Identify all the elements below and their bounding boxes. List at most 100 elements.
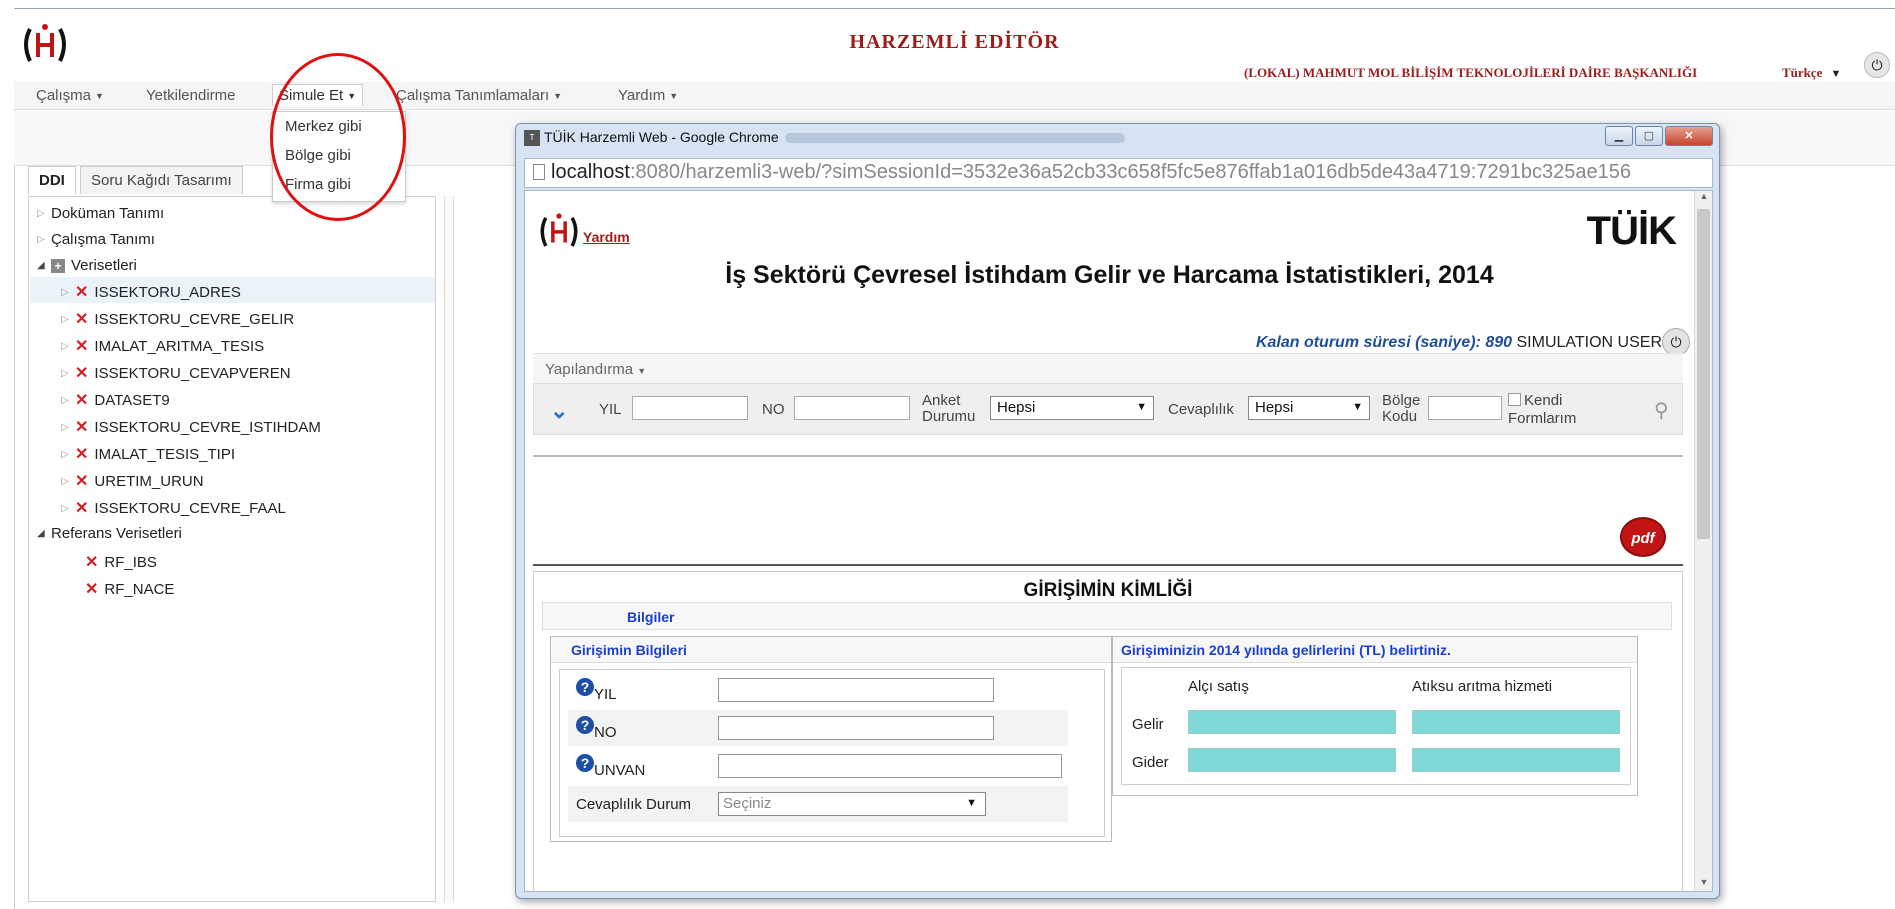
filter-bolge-label: Bölge <box>1382 392 1421 409</box>
panel-splitter[interactable] <box>444 196 454 902</box>
menu-calisma[interactable]: Çalışma ▼ <box>36 87 104 104</box>
pdf-icon[interactable]: pdf <box>1620 517 1666 557</box>
delete-icon[interactable]: ✕ <box>75 498 88 518</box>
simulation-browser-window: T TÜİK Harzemli Web - Google Chrome ▁ ▢ … <box>515 123 1720 899</box>
tree-node-dataset[interactable]: ▷ ✕ URETIM_URUN <box>61 471 204 491</box>
filter-anket-select[interactable]: Hepsi ▼ <box>990 396 1154 420</box>
tree-node-dataset[interactable]: ▷ ✕ ISSEKTORU_CEVRE_GELIR <box>61 309 294 329</box>
tree-node-ref[interactable]: ✕ RF_NACE <box>85 579 174 599</box>
tree-node-dataset[interactable]: ▷ ✕ IMALAT_ARITMA_TESIS <box>61 336 264 356</box>
menu-calisma-tanimlamalari[interactable]: Çalışma Tanımlamaları ▼ <box>396 87 562 104</box>
org-name: (LOKAL) MAHMUT MOL BİLİŞİM TEKNOLOJİLERİ… <box>1244 65 1698 80</box>
power-icon[interactable]: ⏻ <box>1662 328 1690 356</box>
help-link[interactable]: Yardım <box>583 229 630 245</box>
add-icon[interactable]: + <box>51 258 65 273</box>
delete-icon[interactable]: ✕ <box>75 309 88 329</box>
tree-node-label: RF_IBS <box>104 553 157 571</box>
delete-icon[interactable]: ✕ <box>85 579 98 599</box>
expand-icon[interactable]: ▷ <box>61 395 75 406</box>
delete-icon[interactable]: ✕ <box>85 552 98 572</box>
tree-node-study[interactable]: ▷ Çalışma Tanımı <box>37 231 155 248</box>
app-title: HARZEMLİ EDİTÖR <box>849 31 1060 53</box>
expand-icon[interactable]: ▷ <box>61 422 75 433</box>
tree-node-dataset[interactable]: ▷ ✕ ISSEKTORU_CEVRE_ISTIHDAM <box>61 417 321 437</box>
tab-ddi[interactable]: DDI <box>28 166 76 194</box>
delete-icon[interactable]: ✕ <box>75 336 88 356</box>
expand-icon[interactable]: ▷ <box>61 287 75 298</box>
cevaplilik-durum-select[interactable]: Seçiniz ▼ <box>718 792 986 816</box>
tree-node-ref[interactable]: ✕ RF_IBS <box>85 552 157 572</box>
scroll-thumb[interactable] <box>1697 209 1710 539</box>
minimize-icon[interactable]: ▁ <box>1605 126 1633 146</box>
tree-node-ref-datasets[interactable]: ◢ Referans Verisetleri <box>37 525 182 542</box>
gelir-alci-input[interactable] <box>1188 710 1396 734</box>
yil-input[interactable] <box>718 678 994 702</box>
filter-no-input[interactable] <box>794 396 910 420</box>
tree-node-dataset[interactable]: ▷ ✕ IMALAT_TESIS_TIPI <box>61 444 235 464</box>
tree-node-dataset[interactable]: ▷ ✕ DATASET9 <box>61 390 170 410</box>
tree-node-dataset[interactable]: ▷ ✕ ISSEKTORU_CEVRE_FAAL <box>61 498 286 518</box>
close-icon[interactable]: ✕ <box>1665 126 1713 146</box>
delete-icon[interactable]: ✕ <box>75 417 88 437</box>
select-value: Hepsi <box>997 399 1036 416</box>
scroll-up-icon[interactable]: ▲ <box>1695 191 1712 207</box>
expand-icon[interactable]: ▷ <box>37 208 51 219</box>
session-user: SIMULATION USER <box>1516 334 1663 351</box>
help-icon[interactable]: ? <box>576 678 594 696</box>
delete-icon[interactable]: ✕ <box>75 444 88 464</box>
power-icon[interactable]: ⏻ <box>1864 52 1890 78</box>
delete-icon[interactable]: ✕ <box>75 471 88 491</box>
delete-icon[interactable]: ✕ <box>75 282 88 302</box>
delete-icon[interactable]: ✕ <box>75 363 88 383</box>
page-icon <box>533 164 545 180</box>
menu-yetkilendirme[interactable]: Yetkilendirme <box>146 87 236 104</box>
tree-node-label: ISSEKTORU_CEVRE_GELIR <box>94 310 295 328</box>
tree-node-doc[interactable]: ▷ Doküman Tanımı <box>37 205 164 222</box>
menu-yardim[interactable]: Yardım ▼ <box>618 87 678 104</box>
tab-soru-kagidi[interactable]: Soru Kağıdı Tasarımı <box>80 166 243 194</box>
gider-atiksu-input[interactable] <box>1412 748 1620 772</box>
filter-cevap-label: Cevaplılık <box>1168 401 1234 418</box>
config-menu[interactable]: Yapılandırma ▼ <box>533 353 1683 383</box>
delete-icon[interactable]: ✕ <box>75 390 88 410</box>
tuik-logo: TÜİK <box>1587 211 1677 251</box>
window-controls: ▁ ▢ ✕ <box>1605 126 1713 146</box>
expand-icon[interactable]: ▷ <box>61 368 75 379</box>
filter-cevap-select[interactable]: Hepsi ▼ <box>1248 396 1370 420</box>
search-icon[interactable]: ⚲ <box>1654 398 1669 423</box>
menu-label: Yardım <box>618 87 666 104</box>
maximize-icon[interactable]: ▢ <box>1635 126 1663 146</box>
collapse-icon[interactable]: ◢ <box>37 528 51 539</box>
collapse-icon[interactable]: ◢ <box>37 260 51 271</box>
chevron-down-icon[interactable]: ⌄ <box>550 398 568 424</box>
gelir-atiksu-input[interactable] <box>1412 710 1620 734</box>
tree-node-datasets[interactable]: ◢ + Verisetleri <box>37 257 137 274</box>
expand-icon[interactable]: ▷ <box>61 503 75 514</box>
scroll-down-icon[interactable]: ▼ <box>1695 877 1712 891</box>
expand-icon[interactable]: ▷ <box>61 476 75 487</box>
kendi-formlarim-label: Formlarım <box>1508 410 1577 427</box>
tree-node-label: Çalışma Tanımı <box>51 231 155 248</box>
filter-bolge-input[interactable] <box>1428 396 1502 420</box>
no-input[interactable] <box>718 716 994 740</box>
kendi-formlarim-checkbox[interactable] <box>1508 393 1521 406</box>
caret-down-icon: ▼ <box>1136 401 1147 413</box>
language-label: Türkçe <box>1782 65 1823 80</box>
help-icon[interactable]: ? <box>576 716 594 734</box>
expand-icon[interactable]: ▷ <box>61 314 75 325</box>
tree-node-label: IMALAT_ARITMA_TESIS <box>94 337 265 355</box>
expand-icon[interactable]: ▷ <box>61 341 75 352</box>
tree-node-label: URETIM_URUN <box>94 472 204 490</box>
filter-yil-input[interactable] <box>632 396 748 420</box>
tree-node-dataset[interactable]: ▷ ✕ ISSEKTORU_ADRES <box>61 282 241 302</box>
address-bar[interactable]: localhost:8080/harzemli3-web/?simSession… <box>524 158 1713 188</box>
unvan-input[interactable] <box>718 754 1062 778</box>
expand-icon[interactable]: ▷ <box>37 234 51 245</box>
expand-icon[interactable]: ▷ <box>61 449 75 460</box>
gider-alci-input[interactable] <box>1188 748 1396 772</box>
vertical-scrollbar[interactable]: ▲ ▼ <box>1694 191 1712 891</box>
tree-node-dataset[interactable]: ▷ ✕ ISSEKTORU_CEVAPVEREN <box>61 363 291 383</box>
help-icon[interactable]: ? <box>576 754 594 772</box>
language-select[interactable]: Türkçe ▼ <box>1782 65 1841 81</box>
session-label: Kalan oturum süresi (saniye): <box>1255 334 1481 351</box>
